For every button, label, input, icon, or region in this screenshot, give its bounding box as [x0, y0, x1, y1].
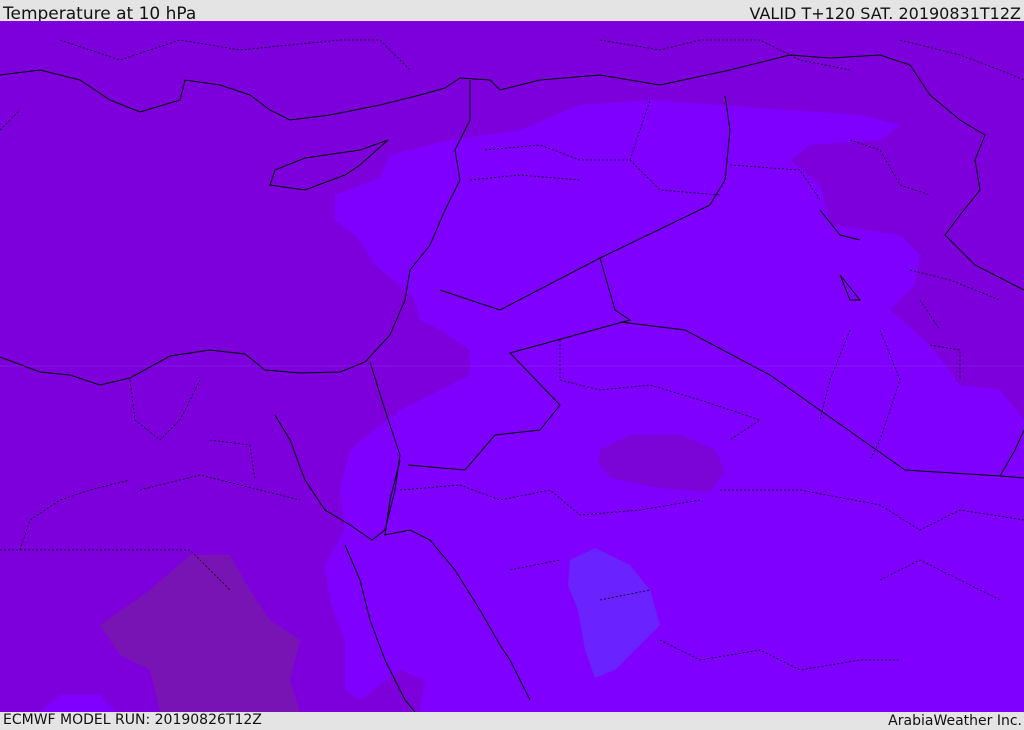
footer-bar: ECMWF MODEL RUN: 20190826T12Z ArabiaWeat…: [0, 712, 1024, 729]
model-run: ECMWF MODEL RUN: 20190826T12Z: [3, 712, 262, 728]
credit: ArabiaWeather Inc.: [888, 713, 1022, 729]
header-bar: Temperature at 10 hPa VALID T+120 SAT. 2…: [0, 0, 1024, 24]
temperature-map: [0, 21, 1024, 712]
